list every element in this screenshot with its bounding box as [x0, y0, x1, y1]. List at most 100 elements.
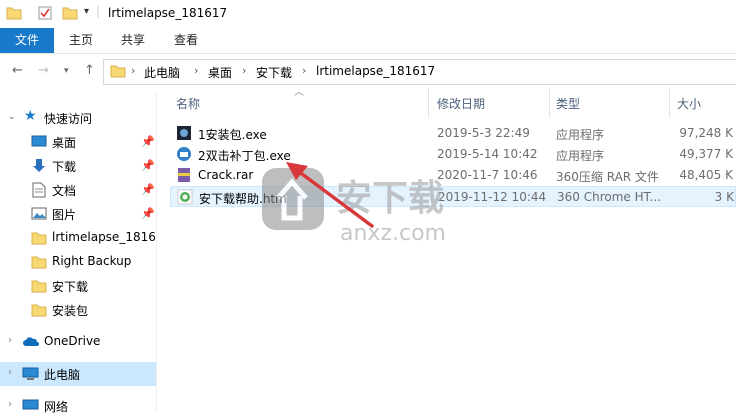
chevron-right-icon[interactable]: ›: [194, 64, 198, 77]
column-header-name[interactable]: 名称: [176, 95, 200, 112]
sidebar-item-installers[interactable]: 安装包: [0, 298, 156, 322]
network-icon: [22, 399, 39, 410]
back-icon[interactable]: ←: [12, 63, 23, 78]
file-name: Crack.rar: [198, 168, 254, 182]
column-header-size[interactable]: 大小: [677, 95, 701, 112]
window-title: lrtimelapse_181617: [108, 6, 228, 20]
file-size: 49,377 K: [679, 147, 733, 161]
folder-icon: [31, 280, 47, 293]
sidebar-item-onedrive[interactable]: › OneDrive: [0, 330, 156, 354]
sidebar-item-label: lrtimelapse_18161: [52, 230, 156, 244]
sidebar-item-label: 桌面: [52, 136, 77, 150]
download-arrow-icon: [33, 159, 45, 172]
sidebar-item-downloads[interactable]: 下载 📌: [0, 154, 156, 178]
sidebar-item-network[interactable]: › 网络: [0, 394, 156, 418]
column-header-type[interactable]: 类型: [556, 95, 580, 112]
folder-icon: [31, 304, 47, 317]
sidebar-item-anxiazai[interactable]: 安下载: [0, 274, 156, 298]
picture-icon: [31, 207, 47, 220]
sidebar-item-documents[interactable]: 文档 📌: [0, 178, 156, 202]
sidebar-item-label: 下载: [52, 160, 77, 174]
file-name: 1安装包.exe: [198, 128, 267, 142]
customize-quick-access-icon[interactable]: ▾: [84, 6, 89, 17]
sidebar-item-label: 安下载: [52, 280, 89, 294]
chevron-right-icon: ›: [131, 64, 136, 77]
annotation-arrow-icon: [286, 162, 374, 228]
sidebar-item-label: 文档: [52, 184, 77, 198]
new-folder-icon[interactable]: [62, 6, 78, 20]
folder-icon: [6, 7, 22, 20]
pin-icon: 📌: [141, 159, 155, 172]
folder-icon: [31, 256, 47, 269]
chevron-right-icon[interactable]: ›: [242, 64, 246, 77]
exe-icon: [177, 147, 191, 161]
folder-icon: [110, 65, 126, 78]
chevron-down-icon[interactable]: ⌄: [8, 112, 16, 122]
sidebar-item-label: OneDrive: [44, 334, 101, 348]
sidebar-item-pictures[interactable]: 图片 📌: [0, 202, 156, 226]
pane-divider[interactable]: [156, 92, 157, 412]
column-divider[interactable]: [549, 88, 550, 118]
cloud-icon: [23, 337, 39, 346]
recent-locations-icon[interactable]: ▾: [64, 66, 69, 76]
column-divider[interactable]: [428, 88, 429, 118]
quick-access-label[interactable]: 快速访问: [44, 110, 92, 127]
pin-icon: 📌: [141, 135, 155, 148]
tab-share[interactable]: 共享: [110, 28, 156, 53]
table-row[interactable]: 2双击补丁包.exe 2019-5-14 10:42 应用程序 49,377 K: [170, 144, 736, 165]
tab-view[interactable]: 查看: [163, 28, 209, 53]
file-date: 2019-5-14 10:42: [437, 147, 538, 161]
sidebar-item-label: 此电脑: [44, 368, 81, 382]
file-type: 360压缩 RAR 文件: [556, 170, 659, 184]
file-size: 48,405 K: [679, 168, 733, 182]
rar-icon: [178, 168, 190, 182]
chevron-right-icon[interactable]: ›: [8, 367, 12, 378]
sort-ascending-icon: ︿: [294, 87, 304, 98]
sidebar-item-this-pc[interactable]: › 此电脑: [0, 362, 156, 386]
column-header-date[interactable]: 修改日期: [437, 95, 485, 112]
pin-icon: 📌: [141, 207, 155, 220]
tab-home[interactable]: 主页: [58, 28, 104, 53]
forward-icon[interactable]: →: [38, 63, 49, 78]
file-type: 应用程序: [556, 128, 605, 142]
file-date: 2019-11-12 10:44: [438, 190, 547, 204]
up-icon[interactable]: ↑: [84, 63, 95, 78]
file-name: 2双击补丁包.exe: [198, 149, 291, 163]
chrome-htm-icon: [177, 189, 193, 205]
file-type: 360 Chrome HT...: [557, 190, 661, 204]
file-size: 97,248 K: [679, 126, 733, 140]
folder-icon: [31, 232, 47, 245]
tab-file[interactable]: 文件: [0, 28, 54, 53]
table-row[interactable]: 1安装包.exe 2019-5-3 22:49 应用程序 97,248 K: [170, 123, 736, 144]
sidebar-item-desktop[interactable]: 桌面 📌: [0, 130, 156, 154]
properties-icon[interactable]: [38, 6, 52, 20]
breadcrumb-anxiazai[interactable]: 安下载: [256, 64, 292, 81]
sidebar-item-label: 图片: [52, 208, 77, 222]
table-row[interactable]: 安下载帮助.htm 2019-11-12 10:44 360 Chrome HT…: [170, 186, 736, 207]
breadcrumb-this-pc[interactable]: 此电脑: [144, 64, 180, 81]
title-bar: ▾ | lrtimelapse_181617: [0, 0, 736, 28]
file-date: 2019-5-3 22:49: [437, 126, 530, 140]
chevron-right-icon[interactable]: ›: [302, 64, 306, 77]
breadcrumb-current-folder[interactable]: lrtimelapse_181617: [316, 64, 435, 78]
file-name: 安下载帮助.htm: [199, 192, 287, 206]
table-row[interactable]: Crack.rar 2020-11-7 10:46 360压缩 RAR 文件 4…: [170, 165, 736, 186]
file-date: 2020-11-7 10:46: [437, 168, 538, 182]
desktop-icon: [31, 135, 47, 147]
sidebar-item-label: 网络: [44, 400, 69, 414]
chevron-right-icon[interactable]: ›: [8, 399, 12, 410]
column-divider[interactable]: [669, 88, 670, 118]
star-icon: ★: [24, 108, 37, 124]
title-separator: |: [96, 4, 101, 18]
sidebar-item-label: Right Backup: [52, 254, 132, 268]
exe-icon: [177, 126, 191, 140]
sidebar-item-right-backup[interactable]: Right Backup: [0, 250, 156, 274]
address-bar[interactable]: › 此电脑 › 桌面 › 安下载 › lrtimelapse_181617: [103, 59, 736, 85]
ribbon: 文件 主页 共享 查看: [0, 28, 736, 54]
sidebar-item-lrtimelapse[interactable]: lrtimelapse_18161: [0, 226, 156, 250]
chevron-right-icon[interactable]: ›: [8, 335, 12, 346]
breadcrumb-desktop[interactable]: 桌面: [208, 64, 232, 81]
file-type: 应用程序: [556, 149, 605, 163]
document-icon: [32, 182, 46, 198]
sidebar-item-label: 安装包: [52, 304, 89, 318]
